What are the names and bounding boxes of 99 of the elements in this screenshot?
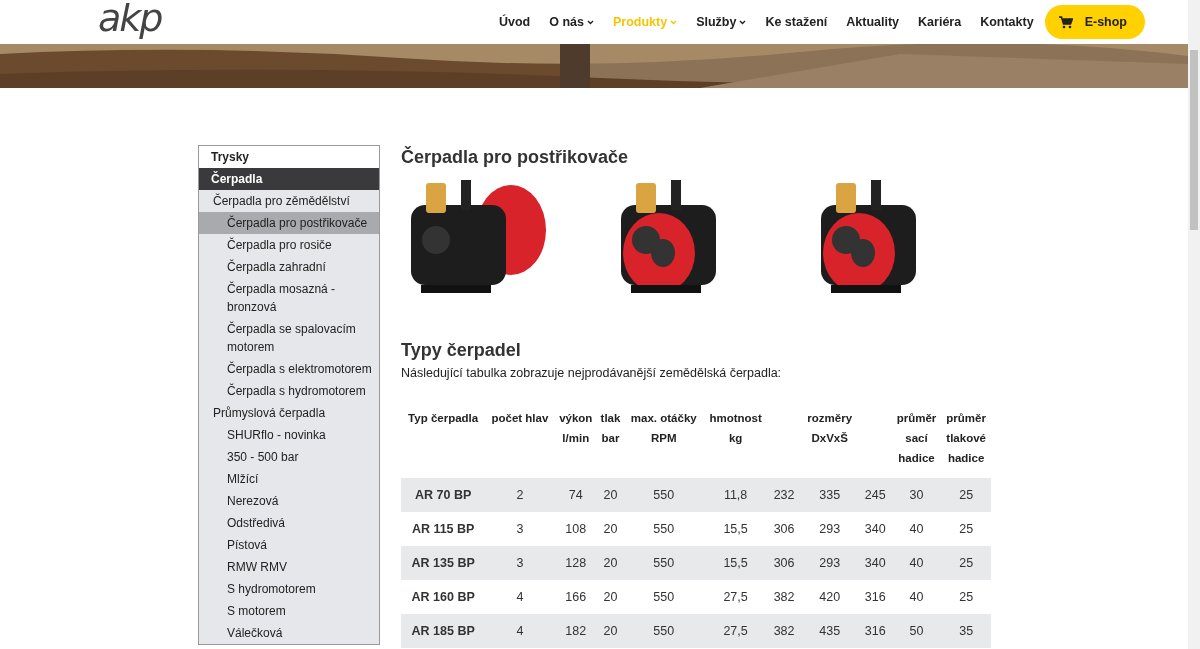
column-header: průměr tlakové hadice: [941, 406, 991, 478]
table-cell: 20: [596, 580, 625, 614]
dimension-value: 245: [864, 488, 886, 502]
dimension-value: 316: [864, 590, 886, 604]
table-cell: 20: [596, 614, 625, 648]
table-cell: 40: [891, 580, 942, 614]
table-cell: AR 70 BP: [401, 478, 486, 512]
sidebar-item[interactable]: Mlžící: [199, 468, 379, 490]
table-cell: 550: [624, 614, 704, 648]
table-cell: 40: [891, 546, 942, 580]
table-cell: 550: [624, 546, 704, 580]
table-cell: 550: [624, 478, 704, 512]
column-header: Typ čerpadla: [401, 406, 486, 478]
column-header: max. otáčky RPM: [624, 406, 704, 478]
sidebar-item[interactable]: Čerpadla: [199, 168, 379, 190]
table-cell: 50: [891, 614, 942, 648]
table-cell: 74: [554, 478, 597, 512]
dimension-value: 316: [864, 624, 886, 638]
table-cell: AR 185 BP: [401, 614, 486, 648]
cart-icon: [1058, 15, 1073, 29]
dimension-value: 335: [819, 488, 841, 502]
table-cell: 15,5: [703, 546, 768, 580]
dimension-value: 306: [773, 556, 795, 570]
nav-link[interactable]: Ke stažení: [765, 15, 828, 29]
table-cell: 27,5: [703, 580, 768, 614]
dimension-value: 382: [773, 624, 795, 638]
nav-link[interactable]: Kontakty: [980, 15, 1034, 29]
column-header: rozměry DxVxŠ: [767, 406, 892, 478]
eshop-button[interactable]: E-shop: [1044, 5, 1145, 39]
intro-text: Následující tabulka zobrazuje nejprodávanější zemědělská čerpadla:: [401, 366, 783, 380]
section-title: Typy čerpadel: [401, 339, 522, 362]
table-cell: 25: [941, 512, 991, 546]
table-cell: 25: [941, 478, 991, 512]
dimension-value: 420: [819, 590, 841, 604]
dimension-value: 293: [819, 556, 841, 570]
dimension-value: 340: [864, 556, 886, 570]
sidebar-item[interactable]: Čerpadla se spalovacím motorem: [199, 318, 379, 358]
sidebar-item[interactable]: Čerpadla pro rosiče: [199, 234, 379, 256]
table-cell: 25: [941, 546, 991, 580]
table-cell: AR 135 BP: [401, 546, 486, 580]
nav-link[interactable]: Služby: [696, 15, 747, 29]
table-cell: 40: [891, 512, 942, 546]
table-cell: AR 160 BP: [401, 580, 486, 614]
dimension-value: 293: [819, 522, 841, 536]
sidebar-item[interactable]: 350 - 500 bar: [199, 446, 379, 468]
nav-link[interactable]: Aktuality: [846, 15, 900, 29]
table-cell: 27,5: [703, 614, 768, 648]
sidebar-item[interactable]: Čerpadla mosazná - bronzová: [199, 278, 379, 318]
table-cell: 20: [596, 546, 625, 580]
table-cell: 3: [485, 512, 555, 546]
table-cell: 4: [485, 614, 555, 648]
dimension-value: 340: [864, 522, 886, 536]
sidebar-item[interactable]: SHURflo - novinka: [199, 424, 379, 446]
dimension-value: 232: [773, 488, 795, 502]
sidebar-item[interactable]: Čerpadla zahradní: [199, 256, 379, 278]
column-header: průměr sací hadice: [891, 406, 942, 478]
table-cell: 4: [485, 580, 555, 614]
column-header: tlak bar: [596, 406, 625, 478]
table-cell: 166: [554, 580, 597, 614]
sidebar-item[interactable]: S hydromotorem: [199, 578, 379, 600]
table-cell: 30: [891, 478, 942, 512]
dimension-value: 435: [819, 624, 841, 638]
sidebar-item[interactable]: Pístová: [199, 534, 379, 556]
table-cell: 11,8: [703, 478, 768, 512]
sidebar-item[interactable]: Nerezová: [199, 490, 379, 512]
sidebar-item[interactable]: Válečková: [199, 622, 379, 644]
table-cell: 20: [596, 512, 625, 546]
table-cell: 128: [554, 546, 597, 580]
sidebar-item[interactable]: Trysky: [199, 146, 379, 168]
sidebar-item[interactable]: Čerpadla s hydromotorem: [199, 380, 379, 402]
table-cell: 20: [596, 478, 625, 512]
table-cell: 2: [485, 478, 555, 512]
table-cell: AR 115 BP: [401, 512, 486, 546]
table-cell: 25: [941, 580, 991, 614]
sidebar-item[interactable]: Čerpadla pro zěmědělství: [199, 190, 379, 212]
dimension-value: 306: [773, 522, 795, 536]
scrollbar[interactable]: [1188, 0, 1200, 649]
column-header: výkon l/min: [554, 406, 597, 478]
sidebar-item[interactable]: RMW RMV: [199, 556, 379, 578]
table-cell: 15,5: [703, 512, 768, 546]
dimension-value: 382: [773, 590, 795, 604]
table-cell: 550: [624, 580, 704, 614]
logo[interactable]: akp: [98, 0, 162, 40]
nav-link[interactable]: O nás: [549, 15, 594, 29]
table-cell: 3: [485, 546, 555, 580]
column-header: počet hlav: [485, 406, 555, 478]
table-cell: 108: [554, 512, 597, 546]
nav-link[interactable]: Úvod: [498, 15, 531, 29]
table-cell: 550: [624, 512, 704, 546]
sidebar-item[interactable]: Čerpadla pro postřikovače: [199, 212, 379, 234]
sidebar-item[interactable]: Odstředivá: [199, 512, 379, 534]
nav-link[interactable]: Kariéra: [918, 15, 962, 29]
sidebar-item[interactable]: Průmyslová čerpadla: [199, 402, 379, 424]
table-cell: 182: [554, 614, 597, 648]
page-title: Čerpadla pro postřikovače: [401, 145, 630, 169]
table-cell: 35: [941, 614, 991, 648]
sidebar-item[interactable]: S motorem: [199, 600, 379, 622]
sidebar-item[interactable]: Čerpadla s elektromotorem: [199, 358, 379, 380]
column-header: hmotnost kg: [703, 406, 768, 478]
